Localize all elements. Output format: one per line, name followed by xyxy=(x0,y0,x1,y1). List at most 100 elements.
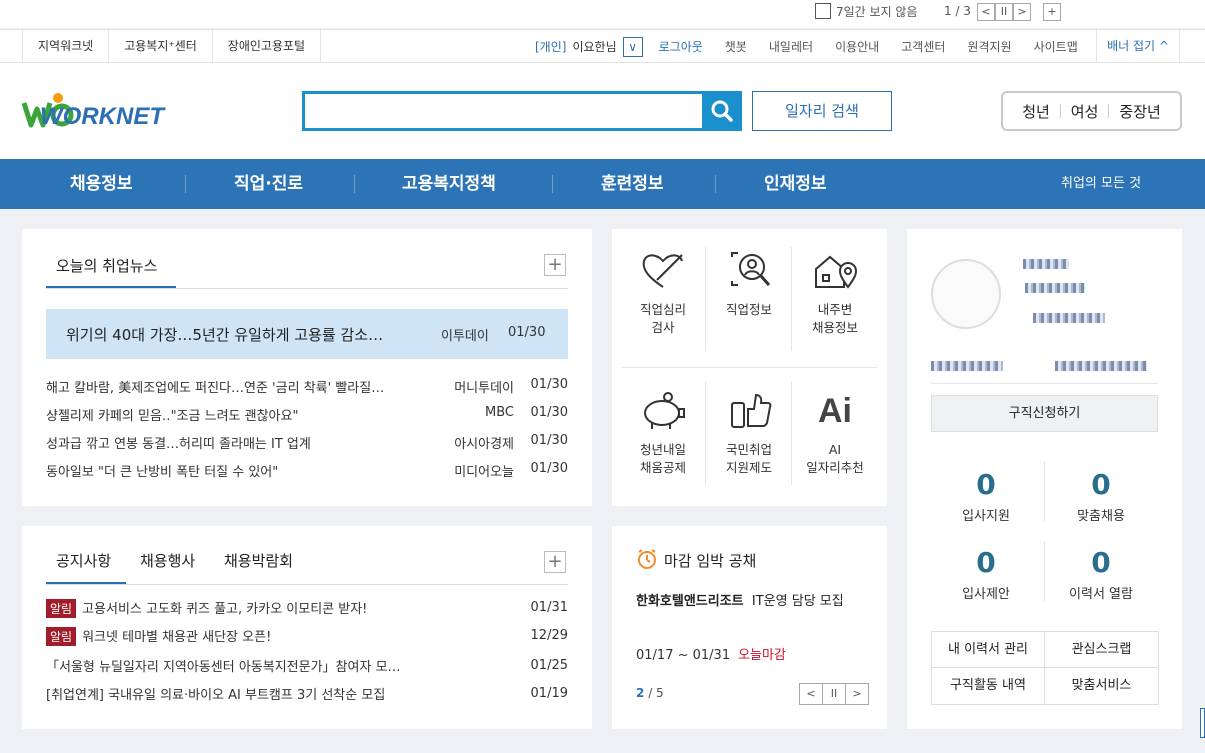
stat-label: 맞춤채용 xyxy=(1077,509,1125,524)
divider xyxy=(791,247,792,351)
stat-resume-views[interactable]: 0 이력서 열람 xyxy=(1044,547,1158,603)
nav-training-info[interactable]: 훈련정보 xyxy=(601,159,664,209)
banner-next-button[interactable]: > xyxy=(1013,3,1031,21)
deadline-card: 마감 임박 공채 한화호텔앤드리조트 IT운영 담당 모집 01/17 ~ 01… xyxy=(612,526,887,729)
job-title: IT운영 담당 모집 xyxy=(751,594,844,609)
nav-talent-info[interactable]: 인재정보 xyxy=(764,159,827,209)
nav-all-about-jobs[interactable]: 취업의 모든 것 xyxy=(1061,159,1141,209)
link-disabled-employment-portal[interactable]: 장애인고용포털 xyxy=(213,30,322,63)
redacted-info xyxy=(1055,361,1147,371)
job-search-button[interactable]: 일자리 검색 xyxy=(752,91,892,131)
news-more-button[interactable]: + xyxy=(544,254,566,276)
notice-item[interactable]: 알림 워크넷 테마별 채용관 새단장 오픈! 12/29 xyxy=(46,626,568,648)
nav-divider xyxy=(552,175,553,193)
headline-date: 01/30 xyxy=(508,325,546,340)
nav-divider xyxy=(185,175,186,193)
stat-label: 입사지원 xyxy=(962,509,1010,524)
logo-text: WORKNET xyxy=(40,103,164,130)
member-menu: [개인] 이요한님 ∨ 로그아웃 챗봇 내일레터 이용안내 고객센터 원격지원 … xyxy=(535,30,1078,63)
ai-text-icon: Ai xyxy=(818,392,852,430)
scrap-button[interactable]: 관심스크랩 xyxy=(1045,632,1158,668)
banner-prev-button[interactable]: < xyxy=(977,3,995,21)
notice-date: 01/19 xyxy=(530,686,568,701)
news-source: 아시아경제 xyxy=(454,437,514,452)
quick-nearby-jobs[interactable]: 내주변 채용정보 xyxy=(792,249,878,369)
nav-recruit-info[interactable]: 채용정보 xyxy=(70,159,133,209)
notice-item[interactable]: 알림 고용서비스 고도화 퀴즈 풀고, 카카오 이모티콘 받자! 01/31 xyxy=(46,598,568,620)
segment-youth[interactable]: 청년 xyxy=(1012,101,1060,122)
deadline-job[interactable]: 한화호텔앤드리조트 IT운영 담당 모집 xyxy=(636,590,866,614)
stat-custom-jobs[interactable]: 0 맞춤채용 xyxy=(1044,469,1158,525)
nav-welfare-policy[interactable]: 고용복지정책 xyxy=(402,159,496,209)
company-name: 한화호텔앤드리조트 xyxy=(636,594,744,609)
news-item[interactable]: 해고 칼바람, 美제조업에도 퍼진다…연준 '금리 착륙' 빨라질… 머니투데이… xyxy=(46,377,568,399)
my-resume-button[interactable]: 내 이력서 관리 xyxy=(932,632,1045,668)
banner-plus-button[interactable]: + xyxy=(1043,3,1061,21)
banner-pause-button[interactable]: II xyxy=(995,3,1013,21)
deadline-title: 마감 임박 공채 xyxy=(664,552,757,570)
deadline-next-button[interactable]: > xyxy=(845,683,869,705)
stat-label: 이력서 열람 xyxy=(1069,587,1133,602)
notice-item[interactable]: 「서울형 뉴딜일자리 지역아동센터 아동복지전문가」참여자 모… 01/25 xyxy=(46,656,568,678)
custom-service-button[interactable]: 맞춤서비스 xyxy=(1045,668,1158,704)
quick-job-info[interactable]: 직업정보 xyxy=(706,249,792,369)
news-item[interactable]: 샹젤리제 카페의 믿음‥"조금 느려도 괜찮아요" MBC 01/30 xyxy=(46,405,568,427)
notice-title: [취업연계] 국내유일 의료·바이오 AI 부트캠프 3기 선착순 모집 xyxy=(46,688,386,703)
news-item[interactable]: 동아일보 "더 큰 난방비 폭탄 터질 수 있어" 미디어오늘 01/30 xyxy=(46,461,568,483)
news-date: 01/30 xyxy=(530,405,568,420)
house-pin-icon xyxy=(815,255,858,289)
apply-for-job-button[interactable]: 구직신청하기 xyxy=(931,395,1158,432)
tab-job-fairs[interactable]: 채용박람회 xyxy=(224,550,293,571)
side-floating-tab[interactable] xyxy=(1200,708,1205,738)
divider xyxy=(46,288,568,289)
link-guide[interactable]: 이용안내 xyxy=(835,38,879,55)
link-regional-worknet[interactable]: 지역워크넷 xyxy=(22,30,110,63)
link-newsletter[interactable]: 내일레터 xyxy=(769,38,813,55)
stat-applications[interactable]: 0 입사지원 xyxy=(929,469,1043,525)
news-item[interactable]: 성과급 깎고 연봉 동결…허리띠 졸라매는 IT 업계 아시아경제 01/30 xyxy=(46,433,568,455)
tab-recruit-events[interactable]: 채용행사 xyxy=(140,550,195,571)
segment-middle-aged[interactable]: 중장년 xyxy=(1109,101,1170,122)
deadline-pause-button[interactable]: II xyxy=(822,683,846,705)
link-chatbot[interactable]: 챗봇 xyxy=(725,38,747,55)
link-customer-center[interactable]: 고객센터 xyxy=(901,38,945,55)
alert-badge: 알림 xyxy=(46,599,77,618)
current-page: 2 xyxy=(636,686,645,700)
logout-link[interactable]: 로그아웃 xyxy=(659,38,703,55)
news-source: MBC xyxy=(485,405,514,420)
quick-youth-savings[interactable]: 청년내일 채움공제 xyxy=(620,389,706,509)
quick-label: AI 일자리추천 xyxy=(806,442,864,475)
tab-notice[interactable]: 공지사항 xyxy=(56,550,111,571)
news-source: 미디어오늘 xyxy=(454,465,514,480)
notice-more-button[interactable]: + xyxy=(544,551,566,573)
member-dropdown-button[interactable]: ∨ xyxy=(622,36,643,57)
notice-item[interactable]: [취업연계] 국내유일 의료·바이오 AI 부트캠프 3기 선착순 모집 01/… xyxy=(46,684,568,706)
link-remote-support[interactable]: 원격지원 xyxy=(967,38,1011,55)
news-title: 성과급 깎고 연봉 동결…허리띠 졸라매는 IT 업계 xyxy=(46,437,311,452)
notice-title: 「서울형 뉴딜일자리 지역아동센터 아동복지전문가」참여자 모… xyxy=(46,660,401,675)
stat-value: 0 xyxy=(976,546,996,579)
job-activity-button[interactable]: 구직활동 내역 xyxy=(932,668,1045,704)
news-headline[interactable]: 위기의 40대 가장…5년간 유일하게 고용률 감소… 이투데이 01/30 xyxy=(46,309,568,359)
nav-job-career[interactable]: 직업·진로 xyxy=(234,159,303,209)
hide-week-checkbox[interactable] xyxy=(815,3,831,19)
banner-collapse-button[interactable]: 배너 접기 ^ xyxy=(1096,30,1180,63)
segment-women[interactable]: 여성 xyxy=(1061,101,1109,122)
quick-national-employment-support[interactable]: 국민취업 지원제도 xyxy=(706,389,792,509)
quick-label: 국민취업 지원제도 xyxy=(725,442,772,475)
quick-ai-job-recommend[interactable]: Ai AI 일자리추천 xyxy=(792,389,878,509)
stat-label: 입사제안 xyxy=(962,587,1010,602)
quick-job-psych-test[interactable]: 직업심리 검사 xyxy=(620,249,706,369)
notice-title: 워크넷 테마별 채용관 새단장 오픈! xyxy=(82,630,272,645)
header: WORKNET 일자리 검색 청년 여성 중장년 xyxy=(0,63,1205,159)
stat-job-offers[interactable]: 0 입사제안 xyxy=(929,546,1043,603)
tab-today-news[interactable]: 오늘의 취업뉴스 xyxy=(56,255,157,276)
total-pages: / 5 xyxy=(648,686,664,700)
search-button[interactable] xyxy=(702,91,742,131)
link-employment-welfare-center[interactable]: 고용복지⁺센터 xyxy=(109,30,213,63)
search-input[interactable] xyxy=(302,91,742,131)
news-title: 샹젤리제 카페의 믿음‥"조금 느려도 괜찮아요" xyxy=(46,409,299,424)
link-sitemap[interactable]: 사이트맵 xyxy=(1034,38,1078,55)
deadline-prev-button[interactable]: < xyxy=(799,683,823,705)
deadline-period-row: 01/17 ~ 01/31 오늘마감 xyxy=(636,644,786,663)
